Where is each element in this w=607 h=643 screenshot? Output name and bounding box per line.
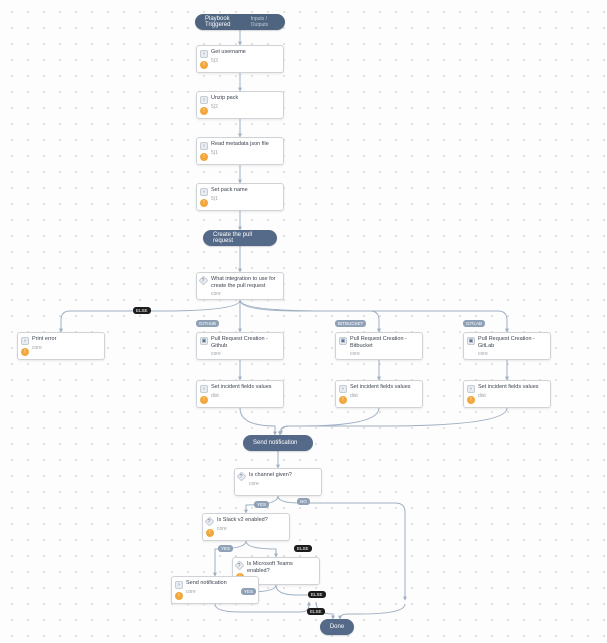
task-set-fields-3[interactable]: › ! Set incident fields values dist — [463, 380, 551, 408]
task-set-pack-name[interactable]: › ! Set pack name 5|1 — [196, 183, 284, 211]
task-title: Unzip pack — [211, 95, 279, 102]
branch-else-3: ELSE — [308, 591, 326, 598]
warn-icon: ! — [200, 396, 208, 404]
task-title: Set incident fields values — [211, 384, 279, 391]
warn-icon: ! — [339, 396, 347, 404]
section-send-notification[interactable]: Send notification — [243, 435, 313, 451]
task-sub: 5|1 — [211, 196, 279, 202]
section-create-pr[interactable]: Create the pull request — [203, 230, 277, 246]
task-get-username[interactable]: › ! Get username 5|3 — [196, 45, 284, 73]
task-title: Set incident fields values — [350, 384, 418, 391]
warn-icon: ! — [175, 592, 183, 600]
playbook-triggered-pill[interactable]: Playbook Triggered Inputs / Outputs — [195, 14, 285, 30]
task-set-fields-1[interactable]: › ! Set incident fields values dist — [196, 380, 284, 408]
condition-icon: ? — [237, 472, 247, 482]
done-pill[interactable]: Done — [320, 619, 354, 635]
task-sub: core — [350, 351, 418, 357]
subplaybook-icon: ▣ — [467, 337, 475, 345]
warn-icon: ! — [200, 61, 208, 69]
task-unzip-pack[interactable]: › ! Unzip pack 5|2 — [196, 91, 284, 119]
trigger-label: Playbook Triggered — [205, 16, 241, 28]
branch-github: GITHUB — [196, 320, 219, 327]
warn-icon: ! — [206, 529, 214, 537]
branch-yes-3: YES — [241, 588, 256, 595]
task-title: Get username — [211, 49, 279, 56]
branch-yes-1: YES — [254, 501, 269, 508]
task-sub: core — [249, 481, 317, 487]
section-create-label: Create the pull request — [213, 232, 267, 244]
task-title: Is Slack v2 enabled? — [217, 517, 285, 524]
condition-icon: ? — [199, 276, 209, 286]
task-title: Pull Request Creation - Bitbucket — [350, 336, 418, 349]
task-sub: core — [32, 345, 100, 351]
task-channel-given[interactable]: ? Is channel given? core — [234, 468, 322, 496]
task-set-fields-2[interactable]: › ! Set incident fields values dist — [335, 380, 423, 408]
branch-else-2: ELSE — [294, 545, 312, 552]
task-print-error[interactable]: › ! Print error core — [17, 332, 105, 360]
task-sub: 5|2 — [211, 104, 279, 110]
task-title: Pull Request Creation - GitLab — [478, 336, 546, 349]
arrow-icon: › — [467, 385, 475, 393]
task-title: What integration to use for create the p… — [211, 276, 279, 289]
warn-icon: ! — [467, 396, 475, 404]
task-which-integration[interactable]: ? What integration to use for create the… — [196, 272, 284, 300]
done-label: Done — [330, 624, 344, 630]
warn-icon: ! — [21, 348, 29, 356]
task-sub: dist — [350, 393, 418, 399]
arrow-icon: › — [200, 142, 208, 150]
task-sub: 5|1 — [211, 150, 279, 156]
task-sub: core — [478, 351, 546, 357]
condition-icon: ? — [235, 561, 245, 571]
subplaybook-icon: ▣ — [200, 337, 208, 345]
branch-no-1: NO — [297, 498, 310, 505]
task-read-metadata[interactable]: › ! Read metadata json file 5|1 — [196, 137, 284, 165]
warn-icon: ! — [200, 199, 208, 207]
trigger-sub: Inputs / Outputs — [251, 16, 275, 28]
arrow-icon: › — [200, 385, 208, 393]
task-pr-gitlab[interactable]: ▣ Pull Request Creation - GitLab core — [463, 332, 551, 360]
task-sub: dist — [211, 393, 279, 399]
arrow-icon: › — [339, 385, 347, 393]
arrow-icon: › — [200, 96, 208, 104]
task-title: Send notification — [186, 580, 254, 587]
branch-yes-2: YES — [218, 545, 233, 552]
task-title: Is channel given? — [249, 472, 317, 479]
task-sub: core — [217, 526, 285, 532]
task-sub: 5|3 — [211, 58, 279, 64]
task-title: Pull Request Creation - Github — [211, 336, 279, 349]
arrow-icon: › — [200, 188, 208, 196]
task-title: Set incident fields values — [478, 384, 546, 391]
playbook-canvas[interactable]: Playbook Triggered Inputs / Outputs Crea… — [0, 0, 607, 643]
branch-else: ELSE — [133, 307, 151, 314]
arrow-icon: › — [200, 50, 208, 58]
warn-icon: ! — [200, 107, 208, 115]
task-title: Is Microsoft Teams enabled? — [247, 561, 315, 574]
subplaybook-icon: ▣ — [339, 337, 347, 345]
task-sub: dist — [478, 393, 546, 399]
task-title: Set pack name — [211, 187, 279, 194]
task-pr-bitbucket[interactable]: ▣ Pull Request Creation - Bitbucket core — [335, 332, 423, 360]
task-slack-enabled[interactable]: ? ! Is Slack v2 enabled? core — [202, 513, 290, 541]
condition-icon: ? — [205, 517, 215, 527]
branch-bitbucket: BITBUCKET — [335, 320, 366, 327]
task-sub: core — [211, 351, 279, 357]
task-title: Read metadata json file — [211, 141, 279, 148]
branch-gitlab: GITLAB — [463, 320, 485, 327]
task-sub: core — [211, 291, 279, 297]
branch-else-4: ELSE — [307, 608, 325, 615]
arrow-icon: › — [21, 337, 29, 345]
task-pr-github[interactable]: ▣ Pull Request Creation - Github core — [196, 332, 284, 360]
section-notify-label: Send notification — [253, 440, 297, 446]
warn-icon: ! — [200, 153, 208, 161]
arrow-icon: › — [175, 581, 183, 589]
task-title: Print error — [32, 336, 100, 343]
